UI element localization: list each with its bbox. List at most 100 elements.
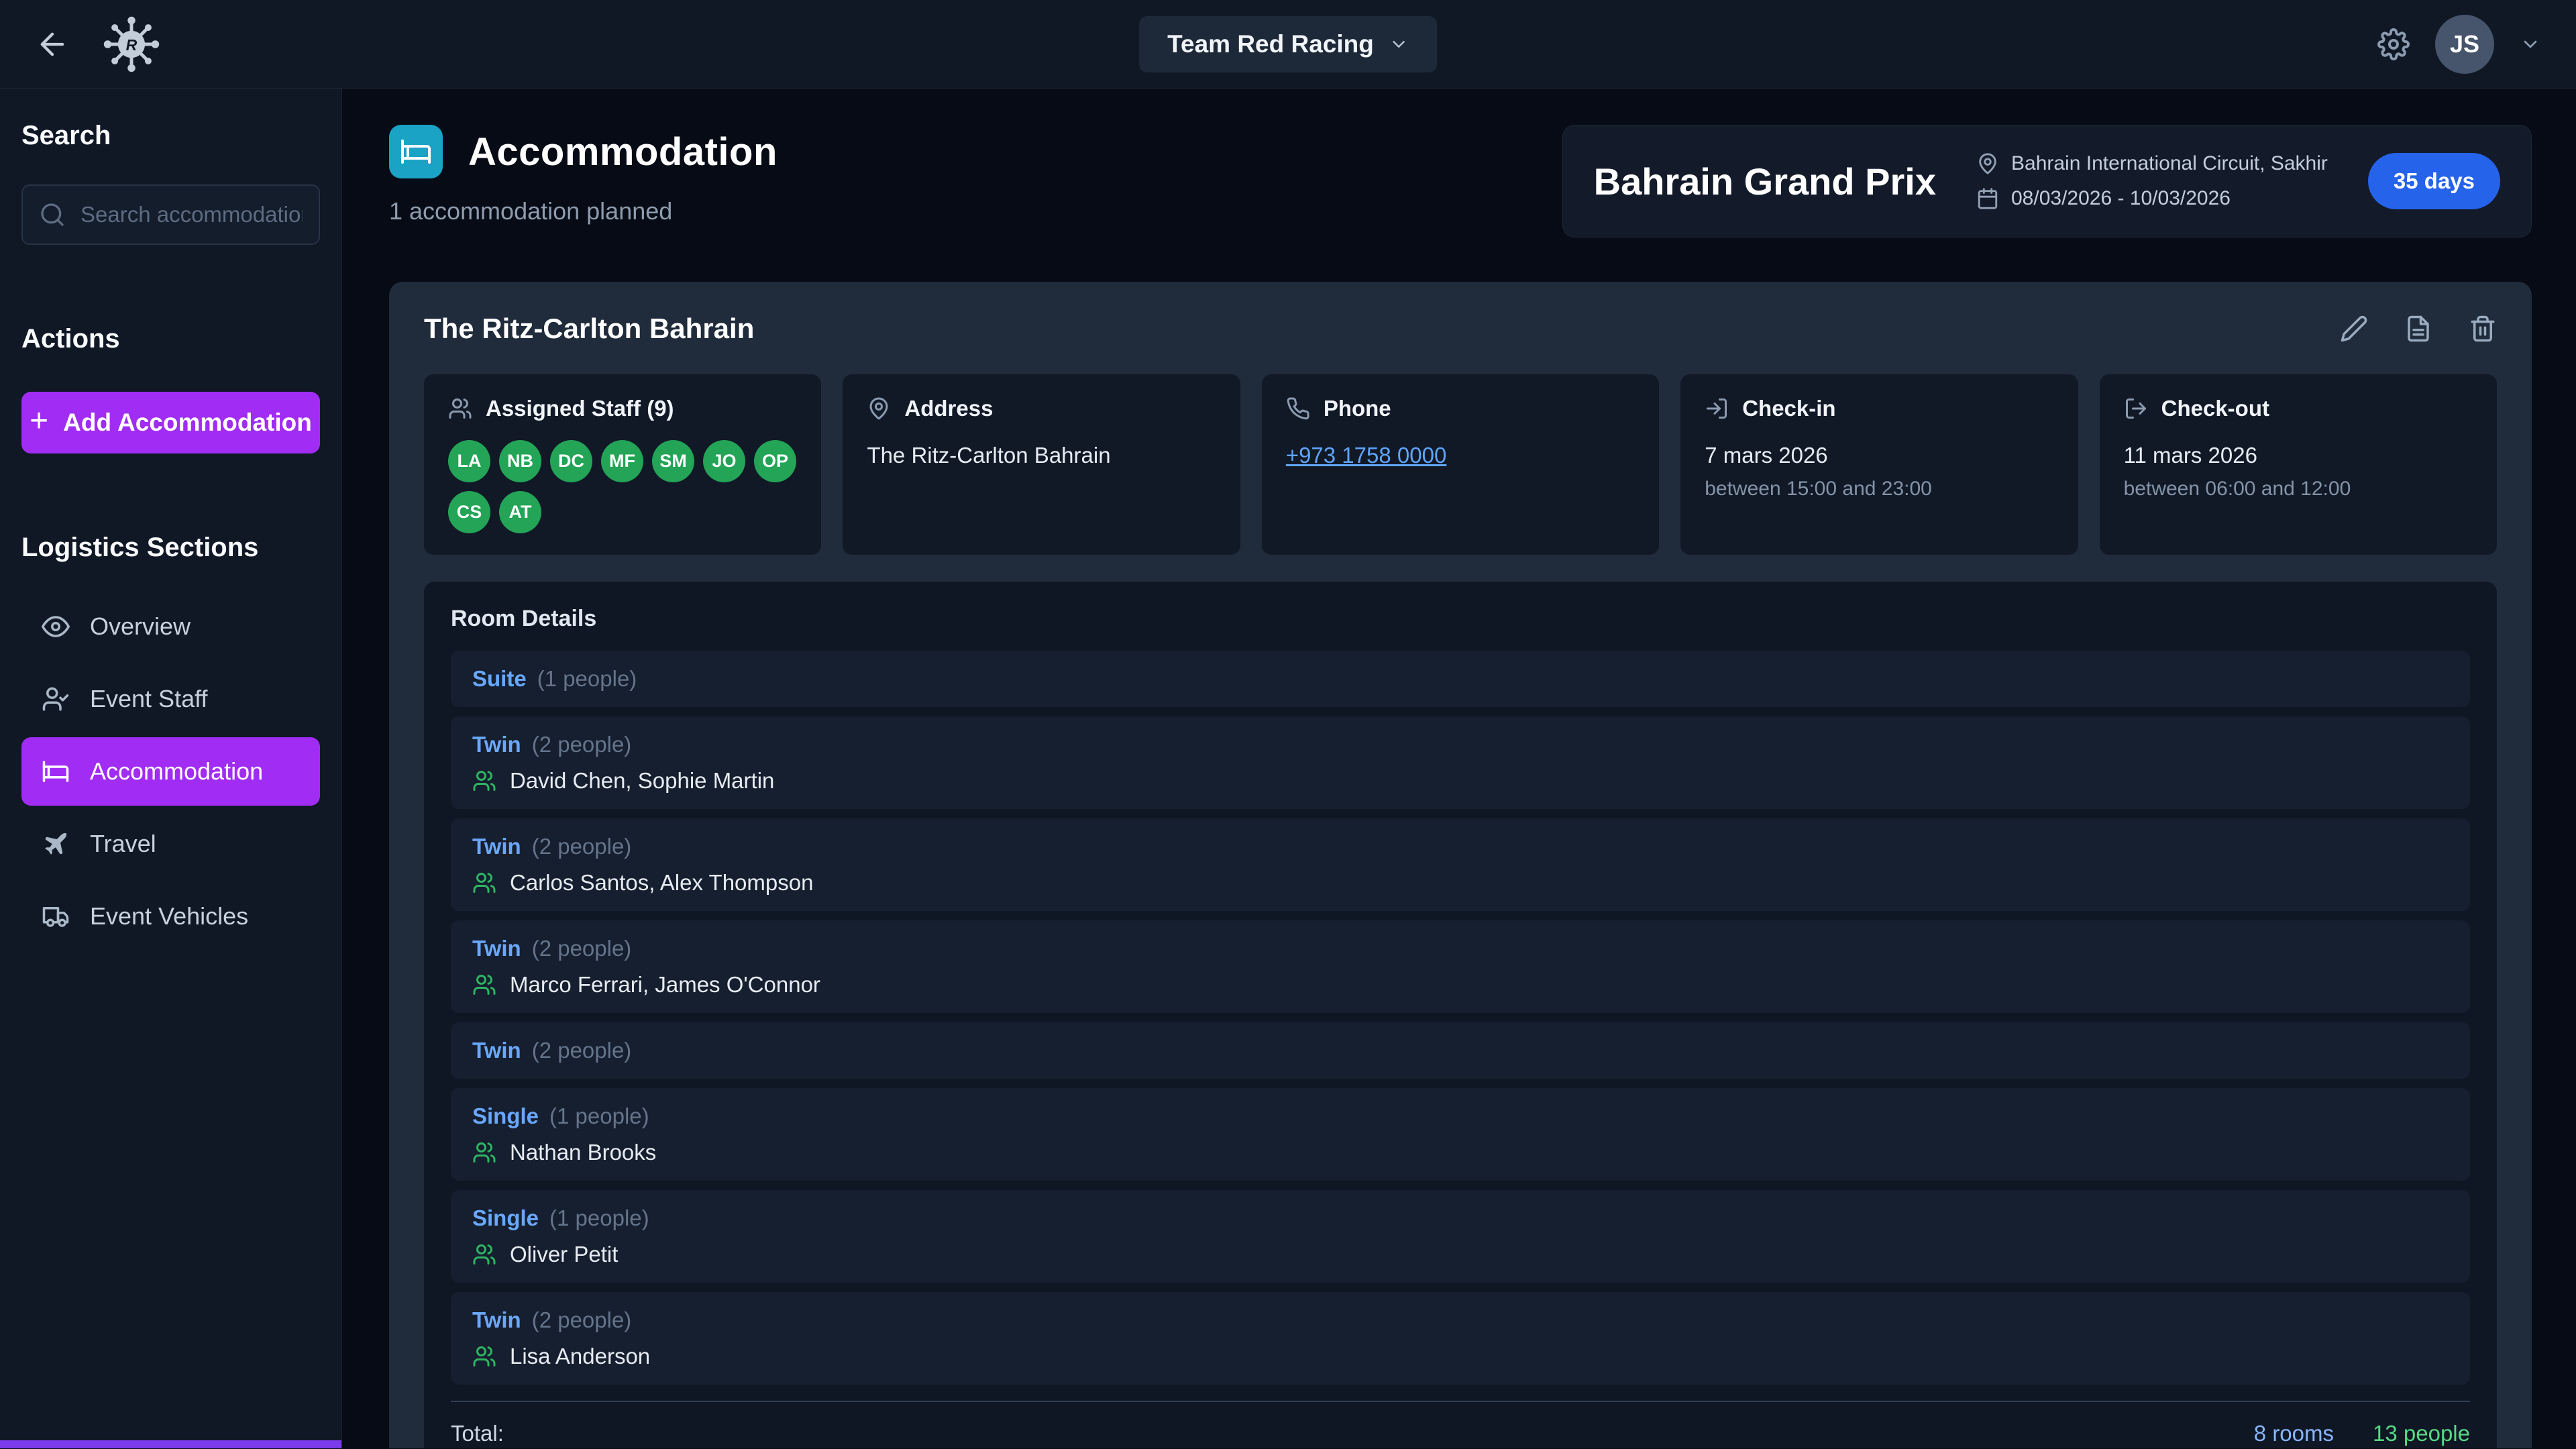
add-accommodation-button[interactable]: + Add Accommodation xyxy=(21,392,320,453)
room-type: Single xyxy=(472,1205,539,1231)
phone-label: Phone xyxy=(1324,396,1391,421)
actions-heading: Actions xyxy=(21,324,320,354)
check-out-label: Check-out xyxy=(2161,396,2269,421)
room-occupants: David Chen, Sophie Martin xyxy=(510,768,774,794)
main-content: Accommodation 1 accommodation planned Ba… xyxy=(342,89,2576,1448)
total-row: Total: 8 rooms 13 people xyxy=(451,1401,2470,1448)
phone-card: Phone +973 1758 0000 xyxy=(1262,374,1659,555)
sidebar-item-accommodation[interactable]: Accommodation xyxy=(21,737,320,806)
phone-icon xyxy=(1286,396,1310,421)
check-in-card: Check-in 7 mars 2026 between 15:00 and 2… xyxy=(1680,374,2078,555)
user-menu-chevron-icon[interactable] xyxy=(2520,34,2541,55)
address-label: Address xyxy=(904,396,993,421)
total-label: Total: xyxy=(451,1421,504,1446)
staff-avatar[interactable]: OP xyxy=(754,440,796,482)
room-list: Suite(1 people)Twin(2 people)David Chen,… xyxy=(451,651,2470,1385)
sidebar-item-label: Overview xyxy=(90,612,191,641)
accommodation-card: The Ritz-Carlton Bahrain Assigned Staff … xyxy=(389,282,2532,1448)
app-logo-icon: R xyxy=(101,13,162,75)
staff-avatar[interactable]: SM xyxy=(652,440,694,482)
search-icon xyxy=(39,201,66,228)
room-capacity: (2 people) xyxy=(532,936,632,961)
logistics-nav: Overview Event Staff Accommodation TravelEv… xyxy=(21,592,320,951)
staff-avatar[interactable]: AT xyxy=(499,491,541,533)
sidebar: Search Actions + Add Accommodation Logis… xyxy=(0,89,342,1448)
event-dates: 08/03/2026 - 10/03/2026 xyxy=(2011,187,2231,210)
team-name: Team Red Racing xyxy=(1167,30,1374,58)
accommodation-section-icon xyxy=(389,125,443,178)
staff-avatar[interactable]: MF xyxy=(601,440,643,482)
top-bar: R Team Red Racing JS xyxy=(0,0,2576,89)
check-in-label: Check-in xyxy=(1742,396,1835,421)
room-capacity: (2 people) xyxy=(532,1307,632,1333)
sidebar-item-label: Event Staff xyxy=(90,685,207,713)
room-capacity: (1 people) xyxy=(549,1104,649,1129)
chevron-down-icon xyxy=(1389,34,1409,54)
room-row: Twin(2 people)Lisa Anderson xyxy=(451,1292,2470,1385)
team-selector[interactable]: Team Red Racing xyxy=(1139,16,1437,72)
occupants-icon xyxy=(472,973,496,997)
page-subtitle: 1 accommodation planned xyxy=(389,197,777,225)
user-avatar[interactable]: JS xyxy=(2435,15,2494,74)
check-out-window: between 06:00 and 12:00 xyxy=(2124,478,2473,500)
room-type: Twin xyxy=(472,936,521,961)
check-out-date: 11 mars 2026 xyxy=(2124,443,2473,468)
staff-avatar[interactable]: DC xyxy=(550,440,592,482)
staff-icon xyxy=(448,396,472,421)
search-input[interactable] xyxy=(21,184,320,245)
document-icon[interactable] xyxy=(2404,315,2432,343)
occupants-icon xyxy=(472,1344,496,1368)
room-capacity: (1 people) xyxy=(537,666,637,692)
total-people: 13 people xyxy=(2373,1421,2470,1446)
address-pin-icon xyxy=(867,396,891,421)
occupants-icon xyxy=(472,871,496,895)
location-pin-icon xyxy=(1976,152,1999,175)
check-in-date: 7 mars 2026 xyxy=(1705,443,2053,468)
sidebar-item-event-staff[interactable]: Event Staff xyxy=(21,665,320,733)
event-card: Bahrain Grand Prix Bahrain International… xyxy=(1562,125,2532,237)
check-in-icon xyxy=(1705,396,1729,421)
sidebar-item-travel[interactable]: Travel xyxy=(21,810,320,878)
room-type: Suite xyxy=(472,666,527,692)
settings-gear-icon[interactable] xyxy=(2377,28,2410,60)
event-location: Bahrain International Circuit, Sakhir xyxy=(2011,152,2328,175)
room-capacity: (2 people) xyxy=(532,834,632,859)
phone-link[interactable]: +973 1758 0000 xyxy=(1286,443,1447,468)
room-row: Twin(2 people)Carlos Santos, Alex Thomps… xyxy=(451,818,2470,911)
edit-icon[interactable] xyxy=(2340,315,2368,343)
room-type: Twin xyxy=(472,1038,521,1063)
plus-icon: + xyxy=(30,405,48,437)
room-details-panel: Room Details Suite(1 people)Twin(2 peopl… xyxy=(424,582,2497,1448)
room-row: Single (1 people) Nathan Brooks xyxy=(451,1088,2470,1181)
room-type: Single xyxy=(472,1104,539,1129)
room-type: Twin xyxy=(472,1307,521,1333)
sidebar-item-overview[interactable]: Overview xyxy=(21,592,320,661)
sidebar-item-label: Accommodation xyxy=(90,757,263,786)
eye-icon xyxy=(42,612,70,641)
plane-icon xyxy=(42,830,70,858)
address-card: Address The Ritz-Carlton Bahrain xyxy=(843,374,1240,555)
back-icon[interactable] xyxy=(35,27,70,62)
room-type: Twin xyxy=(472,732,521,757)
sidebar-item-event-vehicles[interactable]: Event Vehicles xyxy=(21,882,320,951)
address-value: The Ritz-Carlton Bahrain xyxy=(867,443,1216,468)
staff-avatar[interactable]: NB xyxy=(499,440,541,482)
assigned-staff-label: Assigned Staff (9) xyxy=(486,396,674,421)
event-name: Bahrain Grand Prix xyxy=(1594,160,1936,203)
staff-avatar[interactable]: LA xyxy=(448,440,490,482)
search-heading: Search xyxy=(21,121,320,151)
calendar-icon xyxy=(1976,187,1999,210)
delete-icon[interactable] xyxy=(2469,315,2497,343)
room-capacity: (2 people) xyxy=(532,1038,632,1063)
assigned-staff-card: Assigned Staff (9) LANBDCMFSMJOOP CSAT xyxy=(424,374,821,555)
event-duration-badge[interactable]: 35 days xyxy=(2368,153,2500,209)
room-occupants: Oliver Petit xyxy=(510,1242,618,1267)
room-row: Twin(2 people)David Chen, Sophie Martin xyxy=(451,716,2470,809)
room-occupants: Marco Ferrari, James O'Connor xyxy=(510,972,820,998)
room-occupants: Nathan Brooks xyxy=(510,1140,656,1165)
staff-avatar[interactable]: CS xyxy=(448,491,490,533)
room-row: Single(1 people)Oliver Petit xyxy=(451,1190,2470,1283)
occupants-icon xyxy=(472,1140,496,1165)
staff-avatar[interactable]: JO xyxy=(703,440,745,482)
room-row: Twin (2 people) Marco Ferrari, James O'Con… xyxy=(451,920,2470,1013)
